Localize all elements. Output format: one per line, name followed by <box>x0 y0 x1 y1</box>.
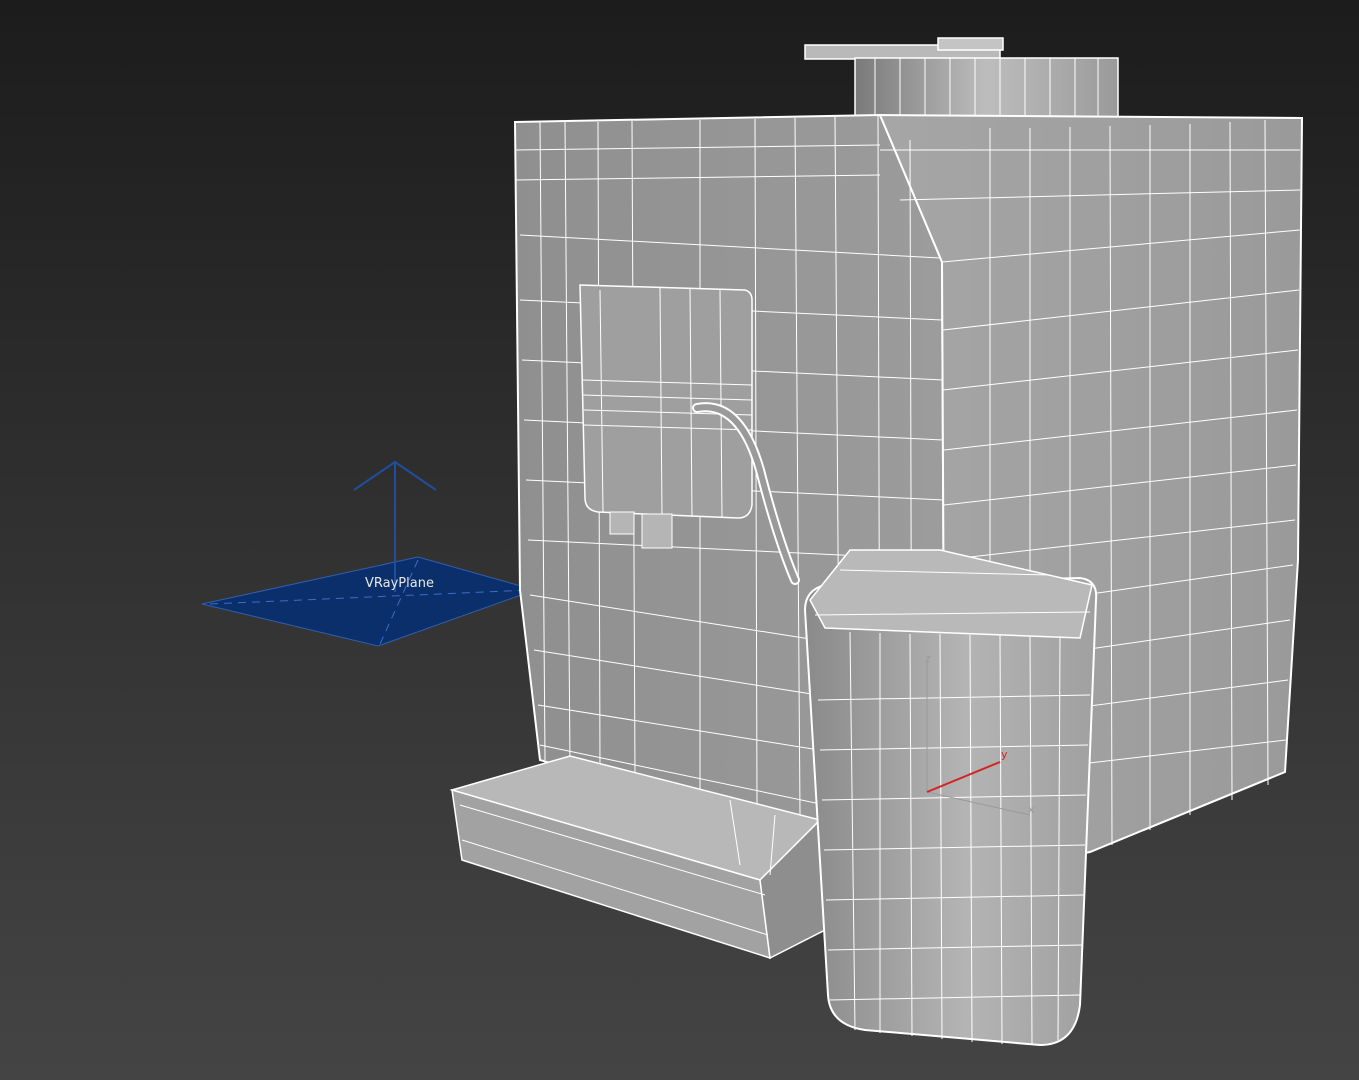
gizmo-x-label: x <box>1028 803 1035 816</box>
gizmo-y-label: y <box>1001 748 1008 761</box>
viewport[interactable]: VRayPlane z x y <box>0 0 1359 1080</box>
vray-plane-label: VRayPlane <box>365 576 434 591</box>
milk-container[interactable] <box>803 576 1098 1047</box>
spout-right[interactable] <box>641 513 673 549</box>
scene-canvas[interactable]: VRayPlane z x y <box>0 0 1359 1080</box>
vray-plane-surface[interactable] <box>201 556 537 647</box>
vray-plane[interactable]: VRayPlane <box>201 460 537 647</box>
top-lid-knob[interactable] <box>937 37 1004 51</box>
spout-left[interactable] <box>609 511 635 535</box>
gizmo-z-label: z <box>925 652 931 665</box>
coffee-machine[interactable] <box>449 37 1304 1047</box>
brew-unit[interactable] <box>579 284 753 519</box>
